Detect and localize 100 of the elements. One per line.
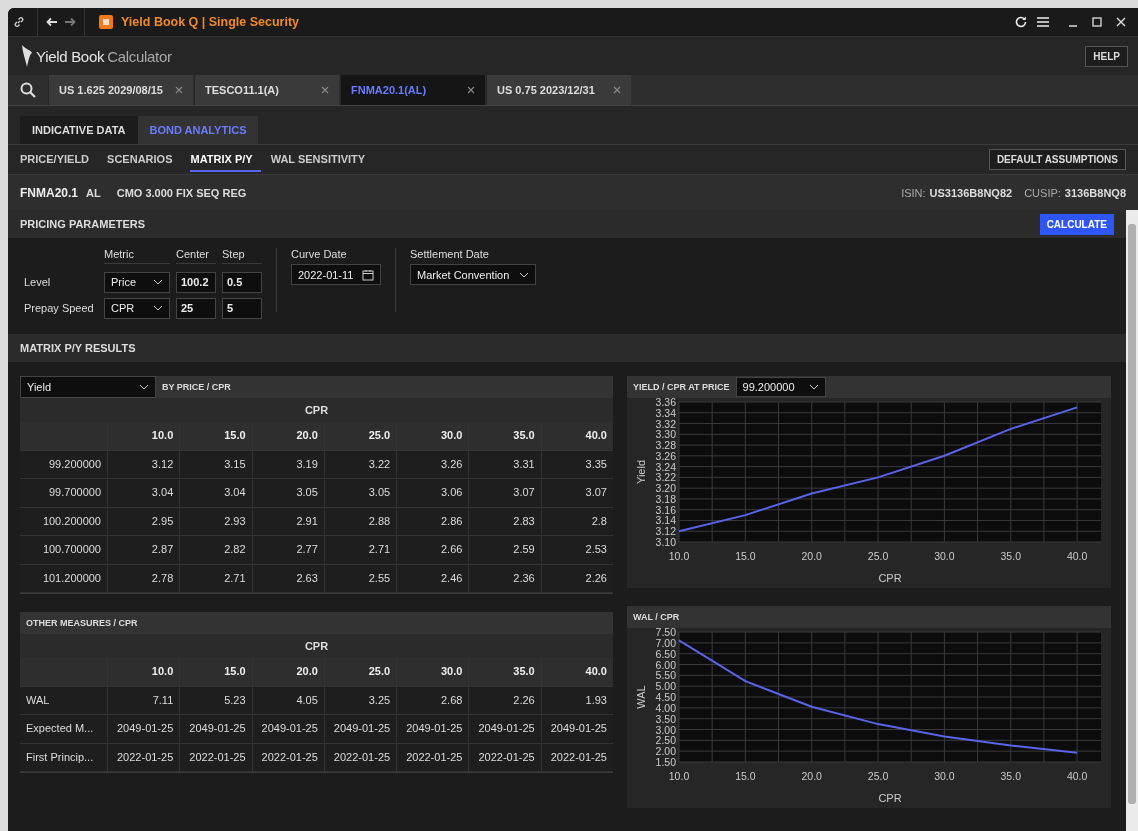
- table-cell: 2.71: [323, 536, 397, 564]
- tick-label: 3.18: [655, 492, 676, 505]
- table-cell: 2.95: [107, 507, 180, 535]
- scroll-thumb[interactable]: [1128, 224, 1136, 804]
- scrollbar[interactable]: [1126, 210, 1138, 831]
- sub-tab[interactable]: PRICE/YIELD: [20, 147, 98, 172]
- table-cell: 3.22: [323, 450, 397, 478]
- tick-label: 3.10: [655, 536, 676, 548]
- sub-tab[interactable]: WAL SENSITIVITY: [270, 147, 374, 172]
- tick-label: 30.0: [934, 770, 955, 782]
- chevron-icon: [808, 384, 819, 390]
- section-title: PRICING PARAMETERS: [20, 218, 146, 230]
- tick-label: 3.30: [655, 428, 676, 441]
- search-icon[interactable]: [20, 82, 36, 98]
- table-cell: 3.07: [468, 479, 541, 507]
- tick-label: 1.50: [655, 756, 676, 768]
- dropdown[interactable]: Price: [104, 271, 170, 293]
- security-type: AL: [86, 186, 101, 199]
- default-assumptions-button[interactable]: DEFAULT ASSUMPTIONS: [988, 149, 1126, 170]
- group-header: CPR: [20, 398, 613, 422]
- table-cell: 2.53: [540, 536, 613, 564]
- chevron-icon: [519, 271, 529, 278]
- table-cell: 2022-01-25: [323, 743, 397, 771]
- tick-label: 20.0: [801, 770, 822, 782]
- table-cell: 2.87: [107, 536, 180, 564]
- refresh-icon[interactable]: [1014, 15, 1028, 29]
- table-cell: 2.88: [323, 507, 397, 535]
- table-cell: 2049-01-25: [323, 715, 397, 743]
- calculate-button[interactable]: CALCULATE: [1039, 213, 1114, 235]
- tick-label: 3.24: [655, 460, 676, 473]
- table-cell: 3.19: [251, 450, 324, 478]
- column-header: 20.0: [251, 422, 324, 450]
- table-cell: 3.35: [540, 450, 613, 478]
- field-label: Settlement Date: [410, 248, 489, 260]
- help-button[interactable]: HELP: [1085, 45, 1128, 67]
- date-field[interactable]: 2022-01-11: [291, 264, 381, 285]
- tick-label: 3.32: [655, 417, 676, 430]
- column-header: Step: [222, 248, 262, 264]
- column-header: 35.0: [468, 658, 541, 686]
- tick-label: 6.00: [655, 658, 676, 671]
- table-cell: 2.46: [396, 564, 469, 592]
- table-cell: 2.77: [251, 536, 324, 564]
- table-cell: 3.26: [396, 450, 469, 478]
- section-tab[interactable]: INDICATIVE DATA: [20, 116, 138, 144]
- tick-label: 15.0: [735, 550, 756, 562]
- link-icon[interactable]: [13, 16, 25, 28]
- panel-title: YIELD / CPR AT PRICE: [632, 382, 731, 392]
- section-tab[interactable]: BOND ANALYTICS: [137, 116, 259, 144]
- chevron-icon: [153, 279, 163, 285]
- table-cell: 2022-01-25: [179, 743, 252, 771]
- document-tab[interactable]: FNMA20.1(AL): [340, 75, 485, 105]
- forward-arrow-icon[interactable]: [64, 17, 76, 27]
- settlement-dropdown[interactable]: Market Convention: [410, 264, 536, 285]
- axis-label: WAL: [635, 685, 647, 709]
- row-header: 100.200000: [41, 513, 102, 529]
- table-cell: 2.59: [468, 536, 541, 564]
- measure-dropdown[interactable]: Yield: [20, 376, 156, 398]
- sub-tab[interactable]: MATRIX P/Y: [190, 147, 261, 172]
- document-tab[interactable]: US 0.75 2023/12/31: [486, 75, 631, 105]
- tick-label: 3.50: [655, 712, 676, 725]
- table-cell: 2049-01-25: [468, 715, 541, 743]
- sub-tab[interactable]: SCENARIOS: [107, 147, 181, 172]
- tick-label: 25.0: [867, 550, 889, 562]
- window-title: Yield Book Q | Single Security: [121, 15, 300, 29]
- panel-title: WAL / CPR: [632, 612, 681, 622]
- table-cell: 2.82: [179, 536, 252, 564]
- row-label: Prepay Speed: [24, 302, 95, 314]
- input-field[interactable]: 5: [222, 297, 262, 319]
- table-cell: 5.23: [179, 686, 252, 714]
- tick-label: 3.12: [655, 525, 676, 538]
- input-field[interactable]: 25: [176, 297, 216, 319]
- tick-label: 30.0: [934, 550, 955, 562]
- table-cell: 3.04: [107, 479, 180, 507]
- close-icon[interactable]: [467, 86, 475, 94]
- column-header: 30.0: [396, 422, 469, 450]
- input-field[interactable]: 100.2: [176, 271, 216, 293]
- table-cell: 2.78: [107, 564, 180, 592]
- table-cell: 3.06: [396, 479, 469, 507]
- value-select[interactable]: 99.200000: [735, 377, 826, 397]
- document-tab[interactable]: TESCO11.1(A): [194, 75, 339, 105]
- table-cell: 3.07: [540, 479, 613, 507]
- section-title: MATRIX P/Y RESULTS: [20, 342, 136, 354]
- table-cell: 2.55: [323, 564, 397, 592]
- calendar-icon[interactable]: [362, 268, 374, 281]
- maximize-icon[interactable]: [1092, 17, 1102, 27]
- back-arrow-icon[interactable]: [46, 17, 58, 27]
- input-field[interactable]: 0.5: [222, 271, 262, 293]
- table-cell: 2022-01-25: [468, 743, 541, 771]
- table-cell: 3.04: [179, 479, 252, 507]
- table-cell: 1.93: [540, 686, 613, 714]
- app-logo-text: Yield Book Calculator: [36, 47, 172, 65]
- table-cell: 3.15: [179, 450, 252, 478]
- row-header: 100.700000: [41, 542, 102, 557]
- document-tab[interactable]: US 1.625 2029/08/15: [48, 75, 193, 105]
- tick-label: 3.22: [655, 471, 676, 484]
- dropdown[interactable]: CPR: [104, 297, 170, 319]
- table-cell: 2.71: [179, 564, 252, 592]
- cusip-value: 3136B8NQ8: [1064, 186, 1126, 199]
- table-cell: 2.91: [251, 507, 324, 535]
- menu-icon[interactable]: [1036, 16, 1050, 28]
